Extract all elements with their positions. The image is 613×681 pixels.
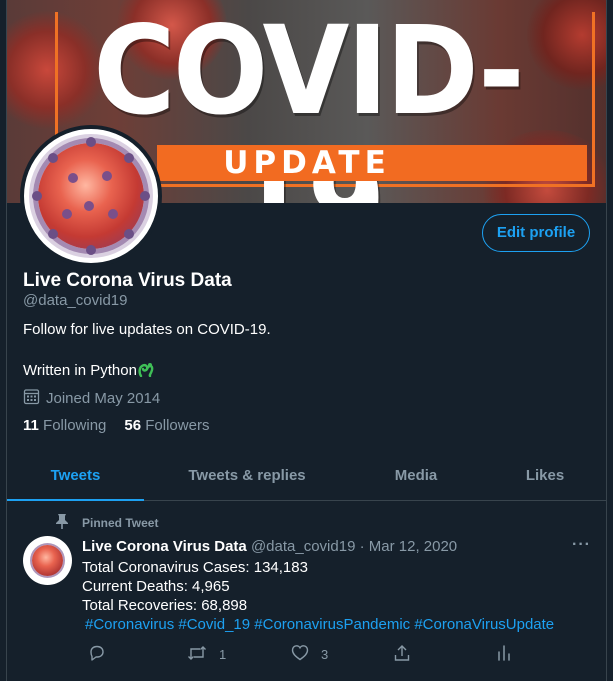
tweet-actions: 1 3 [82, 644, 522, 666]
tweet-author-handle[interactable]: @data_covid19 [251, 538, 355, 555]
joined-date: Joined May 2014 [46, 390, 161, 407]
profile-bio-line: Written in Python [23, 359, 154, 381]
tab-media[interactable]: Media [350, 451, 482, 501]
profile-handle: @data_covid19 [23, 292, 128, 309]
virus-image [32, 137, 150, 255]
retweet-icon [187, 644, 219, 665]
tweet-avatar[interactable] [23, 536, 72, 585]
reply-icon [88, 644, 118, 665]
more-icon[interactable]: ··· [572, 536, 591, 554]
profile-bio-line: Follow for live updates on COVID-19. [23, 321, 271, 338]
following-link[interactable]: 11 Following [23, 417, 106, 434]
retweet-count: 1 [219, 647, 227, 662]
pin-icon [55, 513, 82, 532]
analytics-button[interactable] [496, 644, 524, 665]
calendar-icon [23, 388, 46, 409]
follow-stats: 11 Following 56 Followers [23, 417, 209, 434]
followers-link[interactable]: 56 Followers [124, 417, 209, 434]
profile-avatar[interactable] [20, 125, 162, 267]
profile-tabs: Tweets Tweets & replies Media Likes [7, 451, 606, 501]
followers-label: Followers [145, 417, 210, 434]
pinned-label: Pinned Tweet [82, 515, 159, 530]
retweet-button[interactable]: 1 [187, 644, 226, 665]
banner-subtitle: UPDATE [223, 145, 391, 181]
share-icon [393, 644, 423, 665]
analytics-icon [496, 644, 524, 665]
followers-count: 56 [124, 417, 142, 434]
profile-name: Live Corona Virus Data [23, 270, 232, 291]
tab-tweets-replies[interactable]: Tweets & replies [144, 451, 350, 501]
following-count: 11 [23, 417, 39, 434]
tweet-hashtags[interactable]: #Coronavirus #Covid_19 #CoronavirusPande… [85, 616, 554, 633]
tweet-date[interactable]: Mar 12, 2020 [369, 538, 457, 555]
tweet-text-line: Total Recoveries: 68,898 [82, 597, 248, 614]
tweet-author-name[interactable]: Live Corona Virus Data [82, 538, 247, 555]
profile-joined: Joined May 2014 [23, 388, 160, 409]
virus-image [32, 545, 63, 576]
edit-profile-button[interactable]: Edit profile [482, 214, 590, 252]
like-count: 3 [321, 646, 329, 662]
like-icon [291, 644, 321, 664]
tab-tweets[interactable]: Tweets [7, 451, 144, 501]
following-label: Following [43, 417, 107, 434]
share-button[interactable] [393, 644, 423, 665]
python-icon [138, 359, 154, 381]
tweet-text-line: Current Deaths: 4,965 [82, 578, 230, 595]
like-button[interactable]: 3 [291, 644, 328, 664]
pinned-indicator: Pinned Tweet [55, 513, 158, 532]
tab-likes[interactable]: Likes [482, 451, 606, 501]
profile-page: COVID-19 UPDATE Edit profile Live Corona… [6, 0, 607, 681]
tweet-separator: · [359, 538, 365, 555]
tweet-header: Live Corona Virus Data @data_covid19 · M… [82, 538, 457, 555]
profile-bio-text: Written in Python [23, 362, 137, 379]
tweet-text-line: Total Coronavirus Cases: 134,183 [82, 559, 308, 576]
reply-button[interactable] [88, 644, 118, 665]
